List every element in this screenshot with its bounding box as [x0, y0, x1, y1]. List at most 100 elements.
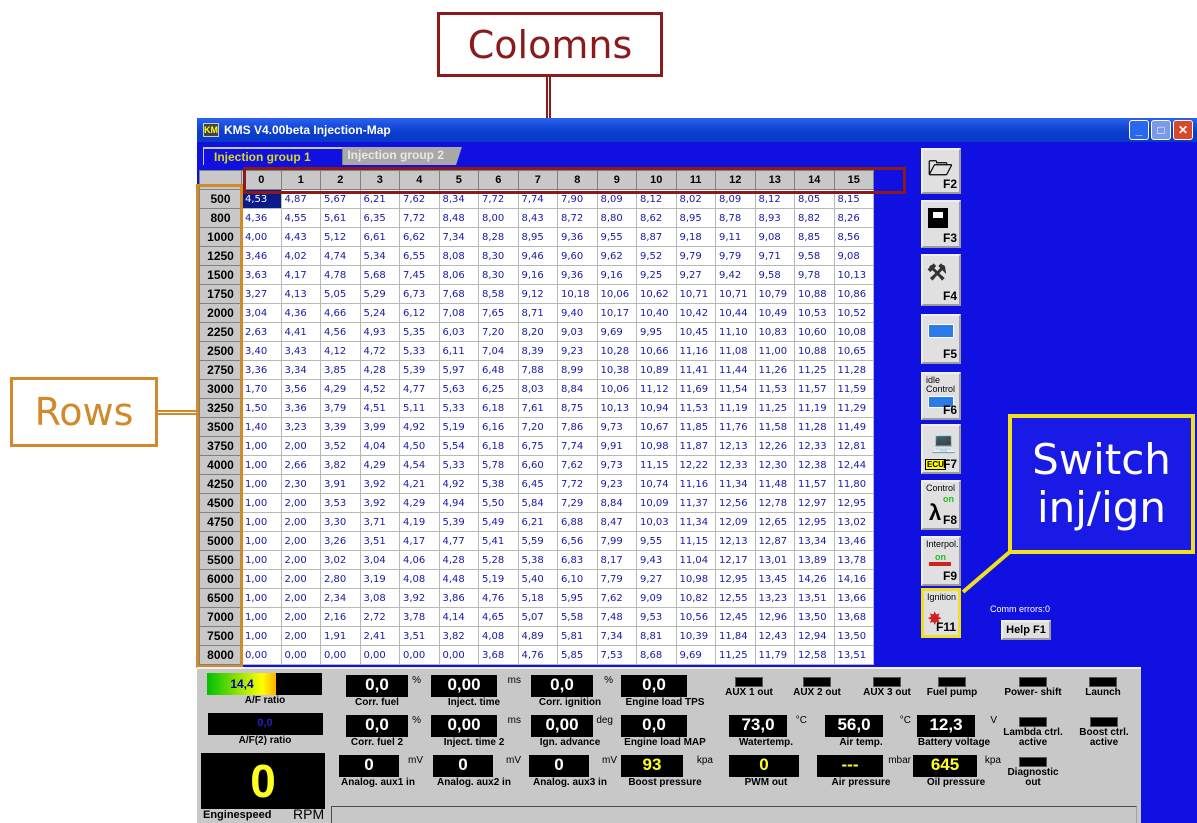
- map-cell[interactable]: 3,78: [399, 607, 440, 627]
- map-cell[interactable]: 5,97: [438, 360, 479, 380]
- map-cell[interactable]: 11,25: [754, 398, 795, 418]
- map-cell[interactable]: 1,50: [241, 398, 282, 418]
- map-cell[interactable]: 0,00: [359, 645, 400, 665]
- map-cell[interactable]: 7,34: [438, 227, 479, 247]
- tab-injection-group-1[interactable]: Injection group 1: [203, 147, 343, 165]
- map-cell[interactable]: 4,89: [517, 626, 558, 646]
- map-cell[interactable]: 7,72: [478, 189, 519, 209]
- map-cell[interactable]: 5,49: [478, 512, 519, 532]
- map-cell[interactable]: 8,08: [438, 246, 479, 266]
- map-cell[interactable]: 10,88: [794, 341, 835, 361]
- map-cell[interactable]: 7,61: [517, 398, 558, 418]
- map-cell[interactable]: 4,21: [399, 474, 440, 494]
- map-cell[interactable]: 6,60: [517, 455, 558, 475]
- map-cell[interactable]: 10,65: [833, 341, 874, 361]
- map-cell[interactable]: 4,36: [280, 303, 321, 323]
- map-cell[interactable]: 9,69: [596, 322, 637, 342]
- map-cell[interactable]: 7,62: [557, 455, 598, 475]
- map-cell[interactable]: 6,45: [517, 474, 558, 494]
- map-cell[interactable]: 7,65: [478, 303, 519, 323]
- map-cell[interactable]: 8,05: [794, 189, 835, 209]
- map-cell[interactable]: 10,67: [636, 417, 677, 437]
- map-cell[interactable]: 6,62: [399, 227, 440, 247]
- map-cell[interactable]: 4,29: [399, 493, 440, 513]
- map-cell[interactable]: 10,82: [675, 588, 716, 608]
- map-cell[interactable]: 3,56: [280, 379, 321, 399]
- map-cell[interactable]: 9,79: [715, 246, 756, 266]
- map-cell[interactable]: 14,26: [794, 569, 835, 589]
- map-cell[interactable]: 7,72: [557, 474, 598, 494]
- lambda-control-button[interactable]: Control λ on F8: [921, 480, 961, 530]
- map-cell[interactable]: 4,29: [320, 379, 361, 399]
- map-cell[interactable]: 12,78: [754, 493, 795, 513]
- map-cell[interactable]: 3,40: [241, 341, 282, 361]
- map-cell[interactable]: 2,00: [280, 493, 321, 513]
- map-cell[interactable]: 9,52: [636, 246, 677, 266]
- map-cell[interactable]: 11,16: [675, 341, 716, 361]
- map-cell[interactable]: 11,08: [715, 341, 756, 361]
- map-cell[interactable]: 4,50: [399, 436, 440, 456]
- map-cell[interactable]: 10,66: [636, 341, 677, 361]
- map-cell[interactable]: 5,58: [557, 607, 598, 627]
- map-cell[interactable]: 7,45: [399, 265, 440, 285]
- ecu-connect-button[interactable]: 💻 ECU F7: [921, 424, 961, 474]
- map-cell[interactable]: 4,48: [438, 569, 479, 589]
- map-cell[interactable]: 8,12: [636, 189, 677, 209]
- map-cell[interactable]: 8,12: [754, 189, 795, 209]
- map-cell[interactable]: 3,04: [359, 550, 400, 570]
- map-cell[interactable]: 3,26: [320, 531, 361, 551]
- map-cell[interactable]: 10,62: [636, 284, 677, 304]
- map-cell[interactable]: 11,79: [754, 645, 795, 665]
- map-cell[interactable]: 13,02: [833, 512, 874, 532]
- map-cell[interactable]: 4,56: [320, 322, 361, 342]
- map-cell[interactable]: 11,34: [675, 512, 716, 532]
- map-cell[interactable]: 5,84: [517, 493, 558, 513]
- map-cell[interactable]: 4,19: [399, 512, 440, 532]
- map-cell[interactable]: 8,85: [794, 227, 835, 247]
- map-cell[interactable]: 4,51: [359, 398, 400, 418]
- map-cell[interactable]: 12,22: [675, 455, 716, 475]
- map-cell[interactable]: 11,04: [675, 550, 716, 570]
- map-cell[interactable]: 8,43: [517, 208, 558, 228]
- map-cell[interactable]: 0,00: [280, 645, 321, 665]
- map-cell[interactable]: 12,58: [794, 645, 835, 665]
- map-cell[interactable]: 8,26: [833, 208, 874, 228]
- map-cell[interactable]: 7,99: [596, 531, 637, 551]
- map-cell[interactable]: 8,81: [636, 626, 677, 646]
- map-cell[interactable]: 4,72: [359, 341, 400, 361]
- map-cell[interactable]: 11,28: [833, 360, 874, 380]
- close-button[interactable]: ✕: [1173, 120, 1193, 140]
- map-cell[interactable]: 0,00: [320, 645, 361, 665]
- map-cell[interactable]: 5,38: [478, 474, 519, 494]
- map-cell[interactable]: 7,08: [438, 303, 479, 323]
- map-cell[interactable]: 11,15: [636, 455, 677, 475]
- map-cell[interactable]: 5,54: [438, 436, 479, 456]
- map-cell[interactable]: 11,00: [754, 341, 795, 361]
- map-cell[interactable]: 10,52: [833, 303, 874, 323]
- map-cell[interactable]: 6,25: [478, 379, 519, 399]
- map-cell[interactable]: 4,76: [517, 645, 558, 665]
- map-cell[interactable]: 11,28: [794, 417, 835, 437]
- map-cell[interactable]: 11,25: [715, 645, 756, 665]
- map-cell[interactable]: 2,80: [320, 569, 361, 589]
- map-cell[interactable]: 7,29: [557, 493, 598, 513]
- map-cell[interactable]: 7,53: [596, 645, 637, 665]
- map-cell[interactable]: 11,29: [833, 398, 874, 418]
- map-cell[interactable]: 11,41: [675, 360, 716, 380]
- map-cell[interactable]: 11,85: [675, 417, 716, 437]
- map-cell[interactable]: 9,25: [636, 265, 677, 285]
- map-cell[interactable]: 11,80: [833, 474, 874, 494]
- map-cell[interactable]: 3,43: [280, 341, 321, 361]
- map-cell[interactable]: 8,34: [438, 189, 479, 209]
- map-cell[interactable]: 5,50: [478, 493, 519, 513]
- map-cell[interactable]: 6,88: [557, 512, 598, 532]
- map-cell[interactable]: 4,08: [478, 626, 519, 646]
- map-cell[interactable]: 10,06: [596, 284, 637, 304]
- map-cell[interactable]: 2,00: [280, 512, 321, 532]
- map-cell[interactable]: 13,78: [833, 550, 874, 570]
- map-cell[interactable]: 4,52: [359, 379, 400, 399]
- map-cell[interactable]: 12,33: [794, 436, 835, 456]
- map-cell[interactable]: 4,28: [359, 360, 400, 380]
- map-cell[interactable]: 8,09: [715, 189, 756, 209]
- map-cell[interactable]: 13,68: [833, 607, 874, 627]
